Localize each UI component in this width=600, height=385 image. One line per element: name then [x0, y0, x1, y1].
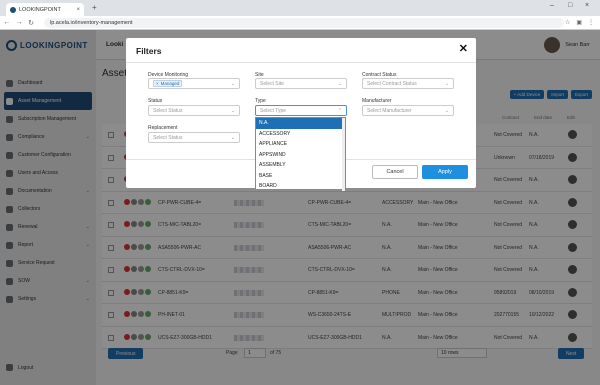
close-icon[interactable]: ✕ — [459, 42, 468, 55]
browser-tab[interactable]: LOOKINGPOINT × — [6, 3, 84, 16]
type-dropdown-menu: N.A. ACCESSORY APPLIANCE APPSWIND ASSEMB… — [255, 117, 346, 192]
menu-kebab-icon[interactable]: ⋮ — [588, 19, 594, 26]
type-option[interactable]: BOARD — [256, 181, 345, 192]
chevron-down-icon: ⌄ — [337, 81, 342, 87]
replacement-label: Replacement — [148, 125, 178, 131]
contract-status-select[interactable]: Select Contract Status ⌄ — [362, 78, 454, 89]
status-label: Status — [148, 98, 163, 104]
type-option[interactable]: BASE — [256, 171, 345, 182]
url-text: lp.acela.io/inventory-management — [50, 19, 133, 26]
chevron-down-icon: ⌄ — [230, 135, 235, 141]
close-window-icon[interactable]: × — [585, 2, 589, 9]
manufacturer-label: Manufacturer — [362, 98, 392, 104]
favicon-icon — [10, 6, 16, 13]
back-icon[interactable]: ← — [2, 19, 12, 26]
contract-status-placeholder: Select Contract Status — [367, 80, 417, 87]
type-placeholder: Select Type — [260, 107, 287, 114]
address-bar: ← → ↻ lp.acela.io/inventory-management ☆… — [0, 16, 600, 30]
status-select[interactable]: Select Status ⌄ — [148, 105, 240, 116]
maximize-icon[interactable]: □ — [568, 2, 572, 9]
url-input[interactable]: lp.acela.io/inventory-management — [44, 17, 564, 28]
replacement-select[interactable]: Select Status ⌄ — [148, 132, 240, 143]
type-option[interactable]: ACCESSORY — [256, 129, 345, 140]
manufacturer-placeholder: Select Manufacturer — [367, 107, 412, 114]
divider — [126, 62, 476, 63]
browser-tab-title: LOOKINGPOINT — [19, 6, 61, 13]
type-label: Type — [255, 98, 266, 104]
browser-tab-strip: LOOKINGPOINT × + – □ × — [0, 0, 600, 16]
cancel-button[interactable]: Cancel — [372, 165, 418, 179]
type-select[interactable]: Select Type ⌃ — [255, 105, 347, 116]
chevron-up-icon: ⌃ — [337, 108, 342, 114]
type-option[interactable]: APPLIANCE — [256, 139, 345, 150]
managed-chip[interactable]: × Managed — [153, 80, 183, 87]
remove-chip-icon[interactable]: × — [156, 81, 159, 86]
chevron-down-icon: ⌄ — [444, 81, 449, 87]
status-placeholder: Select Status — [153, 107, 183, 114]
forward-icon[interactable]: → — [14, 19, 24, 26]
type-option[interactable]: N.A. — [256, 118, 345, 129]
device-monitoring-select[interactable]: × Managed ⌄ — [148, 78, 240, 89]
bookmark-star-icon[interactable]: ☆ — [565, 19, 570, 26]
chevron-down-icon: ⌄ — [230, 108, 235, 114]
replacement-placeholder: Select Status — [153, 134, 183, 141]
chip-label: Managed — [160, 81, 180, 86]
close-tab-icon[interactable]: × — [76, 7, 80, 13]
modal-title: Filters — [136, 46, 162, 56]
manufacturer-select[interactable]: Select Manufacturer ⌄ — [362, 105, 454, 116]
type-option[interactable]: APPSWIND — [256, 150, 345, 161]
extension-icon[interactable]: ▣ — [576, 19, 582, 26]
minimize-icon[interactable]: – — [550, 2, 554, 9]
dropdown-scrollbar[interactable] — [342, 118, 345, 191]
apply-button[interactable]: Apply — [422, 165, 468, 179]
chevron-down-icon: ⌄ — [230, 81, 235, 87]
chevron-down-icon: ⌄ — [444, 108, 449, 114]
reload-icon[interactable]: ↻ — [26, 19, 36, 27]
site-select[interactable]: Select Site ⌄ — [255, 78, 347, 89]
new-tab-icon[interactable]: + — [92, 3, 97, 12]
site-placeholder: Select Site — [260, 80, 284, 87]
type-option[interactable]: ASSEMBLY — [256, 160, 345, 171]
